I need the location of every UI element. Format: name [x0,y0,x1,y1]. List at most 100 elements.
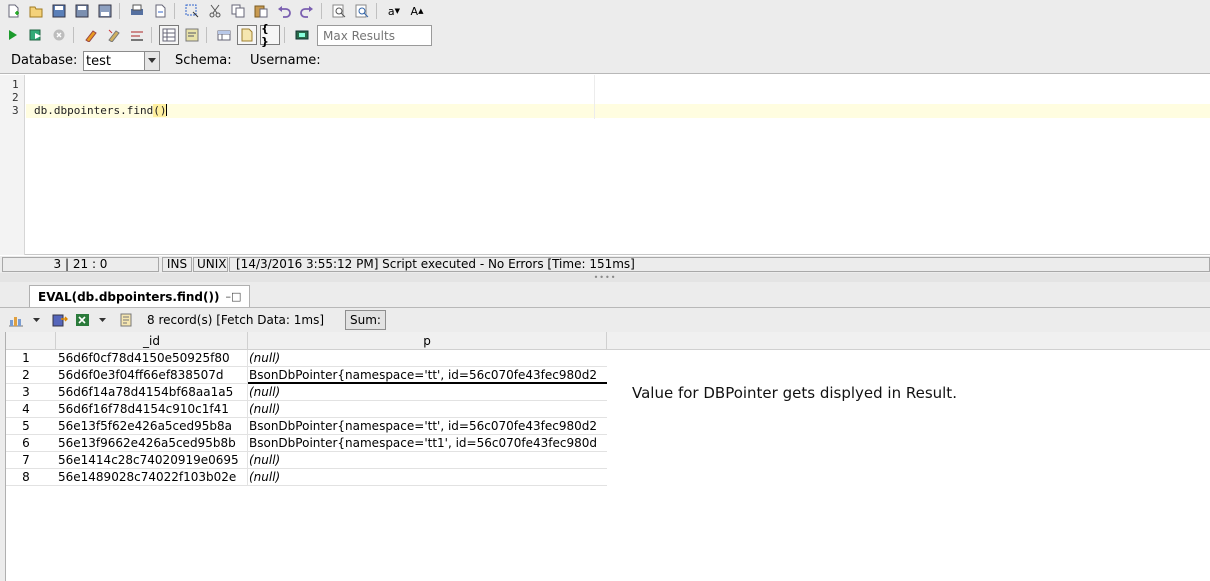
open-folder-icon[interactable] [26,1,46,21]
export-icon[interactable] [150,1,170,21]
table-row[interactable]: 1 56d6f0cf78d4150e50925f80 (null) [6,350,607,367]
lowercase-label: a [387,4,395,18]
connection-bar: Database: test Schema: Username: [0,50,1210,72]
toolbar-separator [284,27,285,43]
results-grid-icon[interactable] [159,25,179,45]
select-icon[interactable] [182,1,202,21]
print-margin [594,75,595,119]
uppercase-label: A [410,4,419,18]
line-ending: UNIX [193,257,228,272]
uppercase-icon[interactable]: A ▲ [407,1,427,21]
document-icon[interactable] [237,25,257,45]
json-braces-icon[interactable]: { } [260,22,280,48]
row-number: 4 [22,402,30,416]
pin-icon[interactable]: –□ [225,290,241,303]
sum-button[interactable]: Sum: [345,310,386,330]
database-value: test [86,54,111,69]
cell-p[interactable]: BsonDbPointer{namespace='tt', id=56c070f… [248,367,607,384]
cut-icon[interactable] [205,1,225,21]
script-icon[interactable] [118,312,134,328]
run-script-icon[interactable] [26,25,46,45]
insert-mode: INS [162,257,192,272]
chart-icon[interactable] [8,312,24,328]
stop-icon[interactable] [49,25,69,45]
line-number: 1 [12,78,19,91]
row-number: 2 [22,368,30,382]
undo-icon[interactable] [274,1,294,21]
row-number: 6 [22,436,30,450]
paste-icon[interactable] [251,1,271,21]
save-icon[interactable] [49,1,69,21]
text-caret [166,104,168,116]
uppercase-arrow-icon: ▲ [418,7,424,15]
cell-id[interactable]: 56d6f14a78d4154bf68aa1a5 [56,384,248,401]
results-panel: EVAL(db.dbpointers.find()) –□ 8 record(s… [0,282,1210,581]
row-number: 3 [22,385,30,399]
cell-p[interactable]: (null) [248,452,607,469]
table-row[interactable]: 4 56d6f16f78d4154c910c1f41 (null) [6,401,607,418]
run-icon[interactable] [3,25,23,45]
cell-id[interactable]: 56e13f9662e426a5ced95b8b [56,435,248,452]
database-select[interactable]: test [83,51,160,71]
format-icon[interactable] [127,25,147,45]
table-row[interactable]: 5 56e13f5f62e426a5ced95b8a BsonDbPointer… [6,418,607,435]
status-bar: 3 | 21 : 0 INS UNIX [14/3/2016 3:55:12 P… [0,256,1210,273]
find-icon[interactable] [329,1,349,21]
chart-dropdown-icon[interactable] [31,312,41,328]
chevron-down-icon[interactable] [144,52,159,70]
tab-eval-result[interactable]: EVAL(db.dbpointers.find()) –□ [29,285,251,307]
explain-options-icon[interactable] [104,25,124,45]
copy-icon[interactable] [228,1,248,21]
cell-id[interactable]: 56d6f0e3f04ff66ef838507d [56,367,248,384]
export-data-icon[interactable] [52,312,68,328]
toolbar-separator [73,27,74,43]
save-all-icon[interactable] [95,1,115,21]
cell-id[interactable]: 56e13f5f62e426a5ced95b8a [56,418,248,435]
panel-splitter[interactable]: •••• [0,273,1210,282]
record-icon[interactable] [292,25,312,45]
lowercase-arrow-icon: ▼ [394,7,401,15]
cell-p[interactable]: (null) [248,350,607,367]
print-icon[interactable] [127,1,147,21]
cell-id[interactable]: 56d6f0cf78d4150e50925f80 [56,350,248,367]
new-file-icon[interactable] [3,1,23,21]
cell-p[interactable]: BsonDbPointer{namespace='tt', id=56c070f… [248,418,607,435]
schema-label: Schema: [175,53,232,68]
cell-id[interactable]: 56e1489028c74022f103b02e [56,469,248,486]
record-count: 8 record(s) [Fetch Data: 1ms] [147,313,325,327]
column-header-p[interactable]: p [248,332,607,350]
execution-message: [14/3/2016 3:55:12 PM] Script executed -… [229,257,1210,272]
column-header-id[interactable]: _id [56,332,248,350]
sql-editor[interactable]: 1 2 3 db.dbpointers.find() [0,75,1210,255]
line-number: 2 [12,91,19,104]
cell-id[interactable]: 56d6f16f78d4154c910c1f41 [56,401,248,418]
table-row[interactable]: 2 56d6f0e3f04ff66ef838507d BsonDbPointer… [6,367,607,384]
lowercase-icon[interactable]: a ▼ [384,1,404,21]
cell-p[interactable]: (null) [248,469,607,486]
results-text-icon[interactable] [182,25,202,45]
table-row[interactable]: 6 56e13f9662e426a5ced95b8b BsonDbPointer… [6,435,607,452]
explain-icon[interactable] [81,25,101,45]
export-dropdown-icon[interactable] [97,312,107,328]
username-label: Username: [250,53,321,68]
max-results-input[interactable] [317,25,432,46]
row-number: 5 [22,419,30,433]
cell-p[interactable]: BsonDbPointer{namespace='tt1', id=56c070… [248,435,607,452]
code-line[interactable]: db.dbpointers.find() [34,104,168,117]
replace-icon[interactable] [352,1,372,21]
results-grid[interactable]: _id p 1 56d6f0cf78d4150e50925f80 (null) … [5,332,1210,581]
current-line-highlight [26,104,1210,118]
excel-export-icon[interactable] [75,312,91,328]
row-number-header [6,332,56,350]
save-as-icon[interactable] [72,1,92,21]
cell-p[interactable]: (null) [248,384,607,401]
table-icon[interactable] [214,25,234,45]
toolbar-separator [206,27,207,43]
redo-icon[interactable] [297,1,317,21]
table-row[interactable]: 8 56e1489028c74022f103b02e (null) [6,469,607,486]
table-row[interactable]: 7 56e1414c28c74020919e0695 (null) [6,452,607,469]
table-row[interactable]: 3 56d6f14a78d4154bf68aa1a5 (null) [6,384,607,401]
toolbar-separator [151,27,152,43]
cell-p[interactable]: (null) [248,401,607,418]
cell-id[interactable]: 56e1414c28c74020919e0695 [56,452,248,469]
